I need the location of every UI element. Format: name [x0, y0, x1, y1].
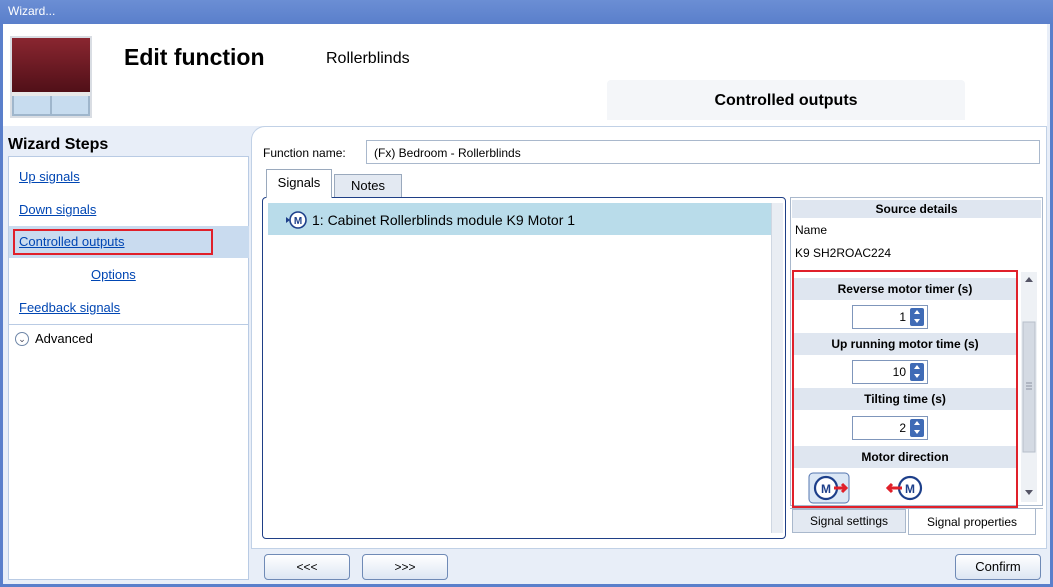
- step-options[interactable]: Options: [91, 267, 136, 282]
- signals-list: [262, 197, 786, 539]
- tab-signals[interactable]: Signals: [266, 169, 332, 198]
- list-scrollbar[interactable]: [771, 203, 783, 533]
- function-name-input[interactable]: (Fx) Bedroom - Rollerblinds: [366, 140, 1040, 164]
- scrollbar-track: [1022, 277, 1036, 495]
- function-name-label: Function name:: [263, 146, 346, 160]
- tab-signal-properties[interactable]: Signal properties: [908, 509, 1036, 535]
- divider: [9, 324, 249, 325]
- properties-scrollbar[interactable]: [1021, 272, 1037, 502]
- tab-signal-settings[interactable]: Signal settings: [792, 509, 906, 533]
- advanced-toggle[interactable]: ⌄ Advanced: [15, 331, 93, 346]
- page-title: Edit function: [124, 44, 265, 70]
- signal-properties-highlight: [792, 270, 1018, 508]
- source-details-heading: Source details: [792, 200, 1041, 218]
- step-up-signals[interactable]: Up signals: [19, 169, 80, 184]
- source-name-value: K9 SH2ROAC224: [795, 246, 892, 260]
- svg-text:M: M: [294, 216, 302, 227]
- chevron-down-icon: ⌄: [15, 331, 29, 346]
- window-title: Wizard...: [0, 0, 1053, 24]
- previous-button[interactable]: <<<: [264, 554, 350, 580]
- source-name-label: Name: [795, 223, 828, 237]
- confirm-button[interactable]: Confirm: [955, 554, 1041, 580]
- next-button[interactable]: >>>: [362, 554, 448, 580]
- step-down-signals[interactable]: Down signals: [19, 202, 96, 217]
- signal-row-text: 1: Cabinet Rollerblinds module K9 Motor …: [312, 212, 576, 228]
- rollerblind-icon: [10, 36, 92, 118]
- step-controlled-outputs[interactable]: Controlled outputs: [19, 234, 125, 249]
- tab-notes[interactable]: Notes: [334, 174, 402, 198]
- advanced-label: Advanced: [35, 331, 93, 346]
- motor-icon: M: [286, 211, 307, 229]
- page-subtitle: Rollerblinds: [326, 50, 410, 67]
- tab-controlled-outputs[interactable]: Controlled outputs: [607, 80, 965, 120]
- wizard-steps-panel: Up signals Down signals Controlled outpu…: [8, 156, 249, 580]
- wizard-steps-heading: Wizard Steps: [8, 136, 109, 153]
- step-feedback-signals[interactable]: Feedback signals: [19, 300, 120, 315]
